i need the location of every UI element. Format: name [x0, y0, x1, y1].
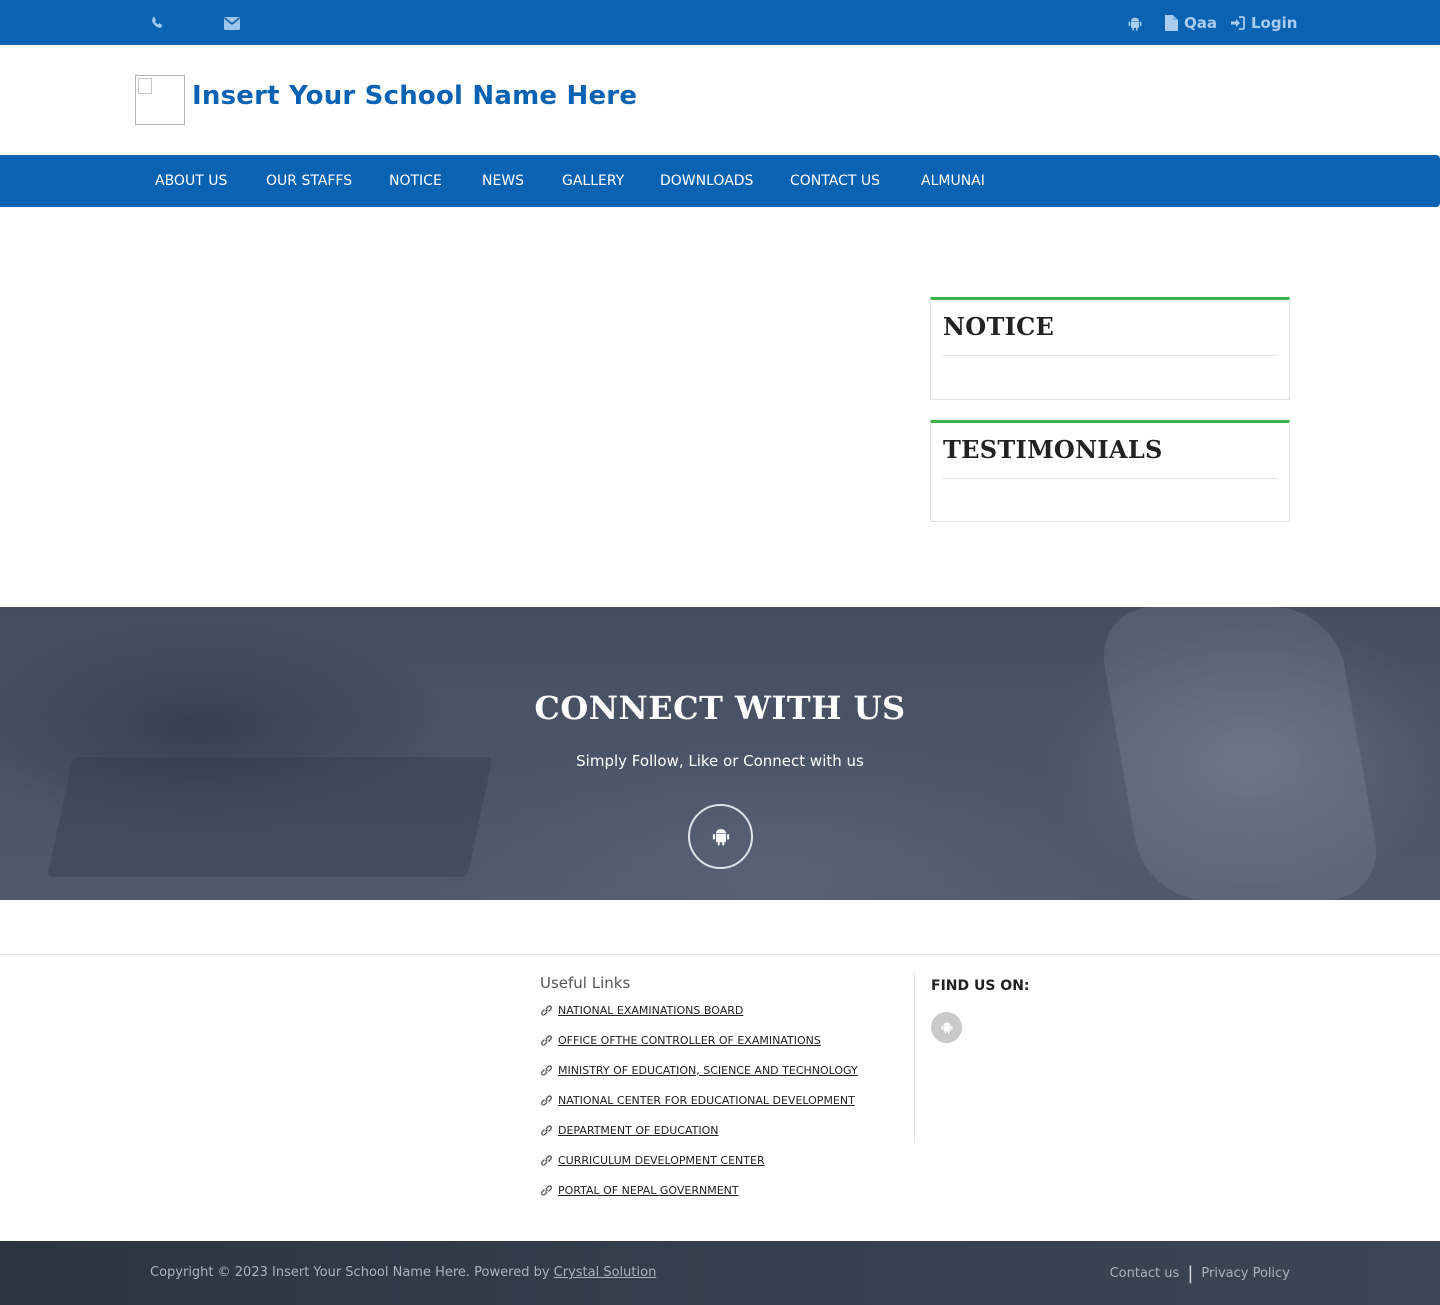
contact-us-link[interactable]: Contact us	[1110, 1266, 1180, 1281]
broken-image-icon	[138, 78, 152, 94]
phone-icon[interactable]	[148, 14, 166, 32]
sign-in-icon	[1231, 16, 1245, 30]
connect-android-button[interactable]	[688, 804, 753, 869]
useful-link[interactable]: Department of Education	[540, 1121, 718, 1139]
school-name[interactable]: Insert Your School Name Here	[192, 81, 637, 111]
qaa-link[interactable]: Qaa	[1165, 12, 1217, 34]
nav-contact-us[interactable]: Contact Us	[790, 155, 880, 207]
copyright: Copyright © 2023 Insert Your School Name…	[150, 1265, 656, 1280]
useful-link-text[interactable]: National Center for Educational Developm…	[558, 1094, 855, 1107]
notice-widget-title: NOTICE	[943, 312, 1055, 341]
footer-divider	[0, 954, 1440, 955]
link-icon	[541, 1154, 552, 1166]
connect-section: CONNECT WITH US Simply Follow, Like or C…	[0, 607, 1440, 900]
file-icon	[1165, 15, 1178, 31]
nav-news[interactable]: News	[482, 155, 524, 207]
connect-subtitle: Simply Follow, Like or Connect with us	[576, 752, 864, 770]
nav-our-staffs[interactable]: Our Staffs	[266, 155, 352, 207]
powered-by-link[interactable]: Crystal Solution	[554, 1265, 657, 1280]
connect-title: CONNECT WITH US	[534, 689, 906, 727]
link-icon	[541, 1094, 552, 1106]
android-icon	[712, 829, 729, 846]
site-header: Insert Your School Name Here	[0, 45, 1440, 155]
useful-link-text[interactable]: Curriculum Development Center	[558, 1154, 765, 1167]
useful-links-title: Useful Links	[540, 974, 631, 992]
find-us-android-button[interactable]	[931, 1012, 962, 1043]
login-label: Login	[1251, 14, 1298, 32]
nav-about-us[interactable]: About Us	[155, 155, 227, 207]
useful-link-text[interactable]: National Examinations Board	[558, 1004, 743, 1017]
nav-notice[interactable]: Notice	[389, 155, 442, 207]
privacy-policy-link[interactable]: Privacy Policy	[1201, 1266, 1290, 1281]
link-icon	[541, 1004, 552, 1016]
useful-link[interactable]: National Center for Educational Developm…	[540, 1091, 855, 1109]
useful-link-text[interactable]: Ministry of Education, Science and Techn…	[558, 1064, 858, 1077]
nav-gallery[interactable]: Gallery	[562, 155, 624, 207]
link-separator: |	[1187, 1263, 1194, 1284]
testimonials-widget: TESTIMONIALS	[930, 420, 1290, 522]
notice-widget: NOTICE	[930, 297, 1290, 400]
widget-divider	[943, 355, 1277, 356]
find-us-title: FIND US ON:	[931, 978, 1030, 994]
copyright-text: Copyright © 2023 Insert Your School Name…	[150, 1265, 554, 1280]
useful-link-text[interactable]: Department of Education	[558, 1124, 718, 1137]
widget-divider	[943, 478, 1277, 479]
link-icon	[541, 1034, 552, 1046]
android-link[interactable]	[1128, 12, 1142, 34]
testimonials-widget-title: TESTIMONIALS	[943, 435, 1163, 464]
useful-link-text[interactable]: Office ofthe Controller of Examinations	[558, 1034, 821, 1047]
nav-downloads[interactable]: Downloads	[660, 155, 753, 207]
useful-link[interactable]: Portal of Nepal Government	[540, 1181, 739, 1199]
useful-link[interactable]: Ministry of Education, Science and Techn…	[540, 1061, 858, 1079]
bottom-links: Contact us | Privacy Policy	[1110, 1263, 1290, 1284]
link-icon	[541, 1064, 552, 1076]
footer-column-divider	[914, 972, 915, 1142]
android-icon	[941, 1022, 952, 1034]
link-icon	[541, 1124, 552, 1136]
nav-almunai[interactable]: Almunai	[921, 155, 985, 207]
login-link[interactable]: Login	[1230, 12, 1297, 34]
link-icon	[541, 1184, 552, 1196]
main-nav: About Us Our Staffs Notice News Gallery …	[0, 155, 1440, 207]
android-icon	[1128, 17, 1142, 31]
qaa-label: Qaa	[1184, 14, 1217, 32]
envelope-icon[interactable]	[223, 14, 241, 32]
useful-link[interactable]: Office ofthe Controller of Examinations	[540, 1031, 821, 1049]
bottom-bar: Copyright © 2023 Insert Your School Name…	[0, 1241, 1440, 1305]
top-bar: Qaa Login	[0, 0, 1440, 45]
school-logo[interactable]	[135, 75, 185, 125]
useful-link[interactable]: Curriculum Development Center	[540, 1151, 765, 1169]
useful-link[interactable]: National Examinations Board	[540, 1001, 743, 1019]
useful-link-text[interactable]: Portal of Nepal Government	[558, 1184, 739, 1197]
